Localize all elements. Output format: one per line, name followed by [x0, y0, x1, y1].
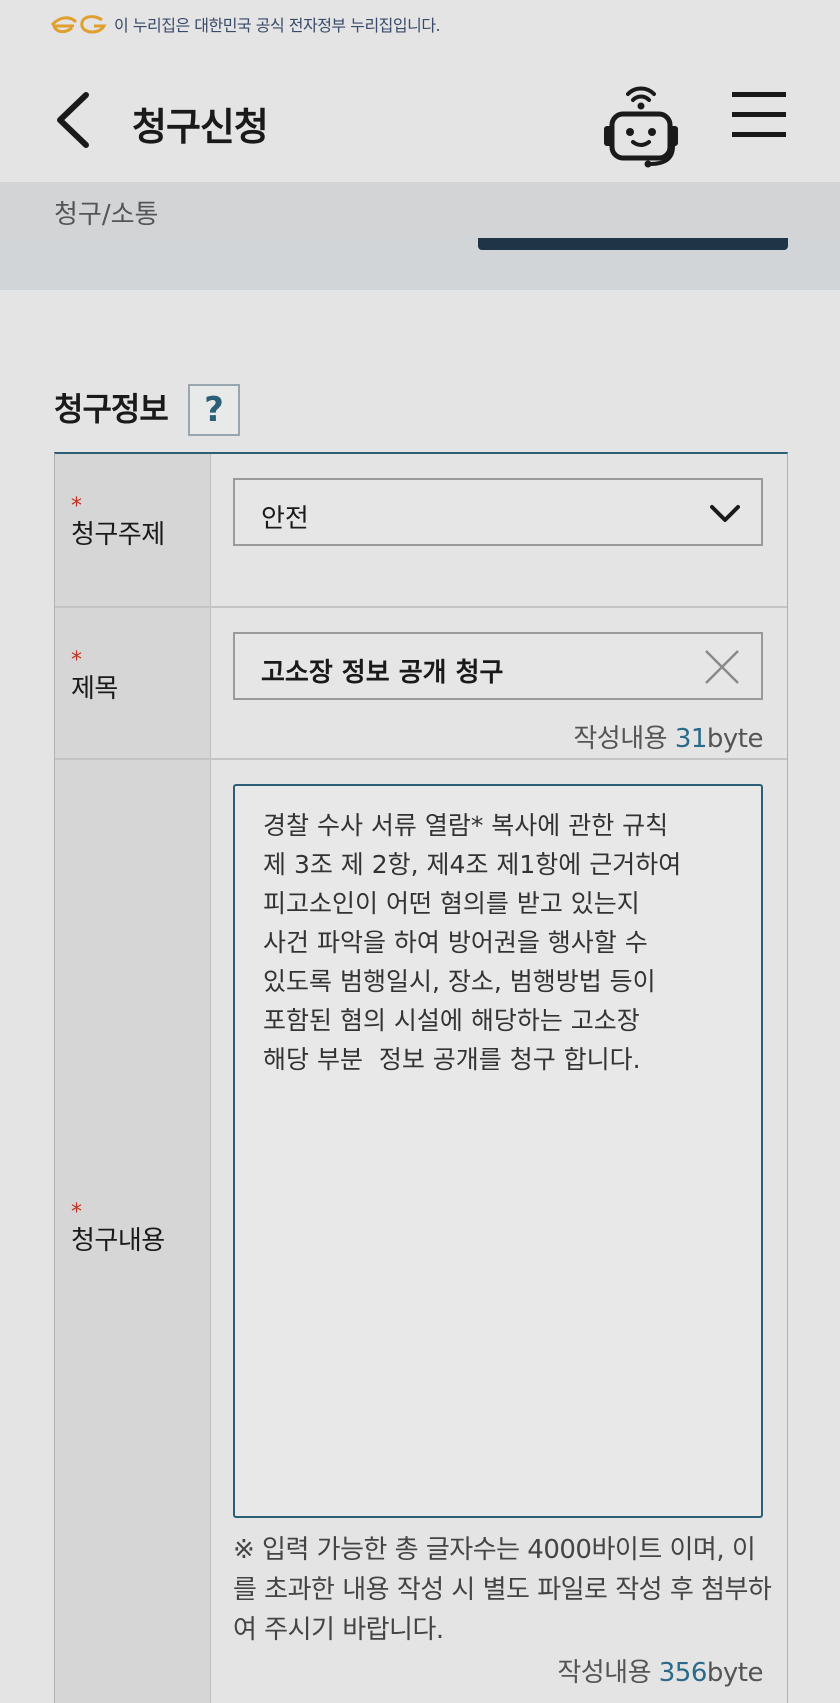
page-title: 청구신청	[132, 105, 269, 149]
subject-input[interactable]: 고소장 정보 공개 청구	[233, 632, 763, 700]
byte-count-suffix: byte	[706, 1658, 764, 1688]
content-label: 청구내용	[71, 1226, 165, 1256]
topic-row: * 청구주제 안전	[55, 454, 787, 608]
chevron-left-icon	[57, 92, 89, 148]
gov-banner-text: 이 누리집은 대한민국 공식 전자정부 누리집입니다.	[114, 16, 441, 35]
chatbot-button[interactable]	[600, 76, 682, 168]
subject-input-value: 고소장 정보 공개 청구	[261, 658, 504, 688]
topic-select[interactable]: 안전	[233, 478, 763, 546]
byte-count-suffix: byte	[706, 724, 764, 754]
subject-content-cell: 고소장 정보 공개 청구 작성내용 31byte	[211, 608, 787, 758]
back-button[interactable]	[48, 88, 96, 152]
content-line: 해당 부분 정보 공개를 청구 합니다.	[263, 1045, 641, 1074]
menu-button[interactable]	[730, 90, 788, 140]
content-line: 경찰 수사 서류 열람* 복사에 관한 규칙	[263, 811, 669, 840]
content-line: 사건 파악을 하여 방어권을 행사할 수	[263, 928, 648, 957]
content-line: 포함된 혐의 시설에 해당하는 고소장	[263, 1006, 640, 1035]
byte-limit-note: ※ 입력 가능한 총 글자수는 4000바이트 이며, 이를 초과한 내용 작성…	[233, 1535, 772, 1645]
page: 이 누리집은 대한민국 공식 전자정부 누리집입니다. 청구신청 청구/소통 청…	[0, 0, 840, 1703]
content-content-cell: 경찰 수사 서류 열람* 복사에 관한 규칙 제 3조 제 2항, 제4조 제1…	[211, 760, 787, 1703]
topic-select-value: 안전	[261, 504, 309, 534]
chevron-down-icon	[710, 505, 740, 522]
content-line: 제 3조 제 2항, 제4조 제1항에 근거하여	[263, 850, 682, 879]
sub-navigation-bar	[0, 238, 840, 290]
subject-byte-count: 작성내용 31byte	[573, 718, 763, 755]
clear-icon[interactable]	[703, 648, 741, 686]
byte-count-prefix: 작성내용	[573, 724, 675, 754]
active-sub-tab[interactable]	[478, 238, 788, 250]
content-line: 있도록 범행일시, 장소, 범행방법 등이	[263, 967, 656, 996]
topic-label: 청구주제	[71, 520, 165, 550]
byte-count-number: 356	[658, 1658, 708, 1688]
content-row: * 청구내용 경찰 수사 서류 열람* 복사에 관한 규칙 제 3조 제 2항,…	[55, 760, 787, 1703]
subject-label: 제목	[71, 674, 118, 704]
app-header: 청구신청	[0, 60, 840, 178]
content-byte-count: 작성내용 356byte	[557, 1652, 763, 1689]
topic-label-cell: * 청구주제	[55, 454, 211, 606]
egov-logo-icon	[50, 15, 107, 34]
content-textarea[interactable]: 경찰 수사 서류 열람* 복사에 관한 규칙 제 3조 제 2항, 제4조 제1…	[233, 784, 763, 1518]
subject-row: * 제목 고소장 정보 공개 청구 작성내용 31byte	[55, 608, 787, 760]
breadcrumb: 청구/소통	[0, 182, 840, 238]
section-title: 청구정보	[54, 390, 169, 428]
request-form: * 청구주제 안전 * 제목 고소장 정보 공개 청구 작성내용 31byte …	[54, 452, 788, 1703]
byte-count-prefix: 작성내용	[557, 1658, 659, 1688]
subject-label-cell: * 제목	[55, 608, 211, 758]
breadcrumb-text[interactable]: 청구/소통	[54, 194, 158, 231]
topic-content-cell: 안전	[211, 454, 787, 606]
chatbot-icon	[604, 86, 678, 168]
gov-banner: 이 누리집은 대한민국 공식 전자정부 누리집입니다.	[0, 0, 840, 48]
hamburger-menu-icon	[732, 92, 786, 137]
byte-count-number: 31	[674, 724, 708, 754]
content-label-cell: * 청구내용	[55, 760, 211, 1703]
help-button[interactable]: ?	[188, 384, 240, 436]
content-line: 피고소인이 어떤 혐의를 받고 있는지	[263, 889, 640, 918]
